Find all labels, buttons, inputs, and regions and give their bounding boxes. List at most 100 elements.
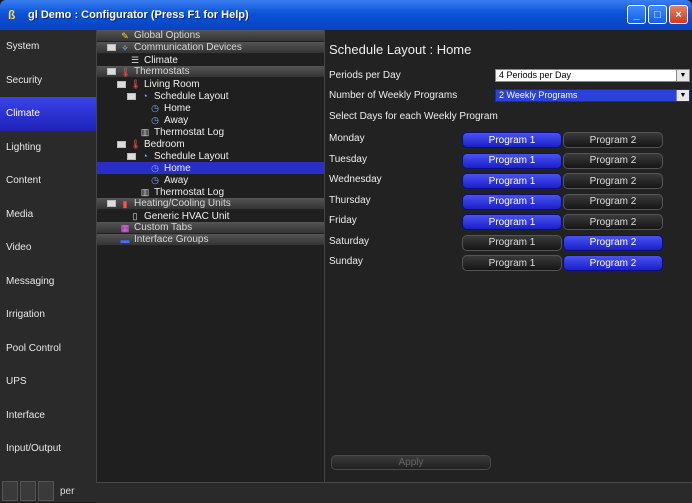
collapse-toggle-icon[interactable]: [117, 80, 126, 88]
program-2-button[interactable]: Program 2: [563, 214, 663, 230]
program-2-button[interactable]: Program 2: [563, 173, 663, 189]
collapse-toggle-icon[interactable]: [127, 92, 136, 100]
nav-item-pool-control[interactable]: Pool Control: [0, 332, 96, 366]
tree-item-label: Custom Tabs: [134, 222, 193, 233]
tree-item[interactable]: 🌡︎ Living Room: [97, 78, 325, 90]
day-label: Friday: [329, 215, 357, 226]
minimize-button[interactable]: _: [627, 5, 646, 24]
tree-item[interactable]: ◷ Away: [97, 114, 325, 126]
programs-select[interactable]: 2 Weekly Programs ▼: [495, 89, 690, 102]
tree-item-label: Thermostats: [134, 66, 190, 77]
programs-label: Number of Weekly Programs: [329, 90, 458, 101]
tree-group[interactable]: 🌡︎ Thermostats: [97, 66, 325, 78]
apply-button[interactable]: Apply: [331, 455, 491, 470]
tree-item[interactable]: ◔ Schedule Layout: [97, 90, 325, 102]
footer-square[interactable]: [38, 481, 54, 501]
tree-item[interactable]: ▯ Generic HVAC Unit: [97, 210, 325, 222]
footer-square[interactable]: [2, 481, 18, 501]
tree-group[interactable]: ✎ Global Options: [97, 30, 325, 42]
nav-item-content[interactable]: Content: [0, 164, 96, 198]
nav-item-media[interactable]: Media: [0, 198, 96, 232]
tree-item[interactable]: ◔ Schedule Layout: [97, 150, 325, 162]
tree-item-label: Interface Groups: [134, 234, 209, 245]
hvac-unit-icon: ▯: [132, 211, 138, 221]
close-button[interactable]: ×: [669, 5, 688, 24]
program-1-button[interactable]: Program 1: [462, 255, 562, 271]
tree-item-label: Schedule Layout: [154, 90, 229, 102]
tree-item-label: Thermostat Log: [154, 186, 225, 198]
program-2-button[interactable]: Program 2: [563, 152, 663, 169]
clock-icon: ◷: [151, 163, 159, 173]
tree-group[interactable]: ▬ Interface Groups: [97, 234, 325, 246]
day-label: Monday: [329, 133, 365, 144]
nav-item-ups[interactable]: UPS: [0, 365, 96, 399]
tree-item-label: Generic HVAC Unit: [144, 210, 230, 222]
program-1-button[interactable]: Program 1: [462, 132, 562, 148]
tree-item[interactable]: ▥ Thermostat Log: [97, 126, 325, 138]
clock-icon: ◷: [151, 175, 159, 185]
day-label: Saturday: [329, 235, 370, 247]
tree-item-label: Away: [164, 174, 189, 186]
collapse-toggle-icon[interactable]: [117, 140, 126, 148]
program-2-button[interactable]: Program 2: [563, 132, 663, 148]
periods-select-value: 4 Periods per Day: [499, 70, 572, 80]
maximize-button[interactable]: □: [648, 5, 667, 24]
nav-footer-text: per: [60, 485, 75, 497]
periods-select[interactable]: 4 Periods per Day ▼: [495, 69, 690, 82]
program-1-button[interactable]: Program 1: [462, 234, 562, 251]
programs-select-value: 2 Weekly Programs: [499, 90, 578, 100]
tree-item[interactable]: ◷ Home: [97, 102, 325, 114]
schedule-icon: ◔: [142, 151, 148, 161]
tree-item-label: Communication Devices: [134, 42, 242, 53]
tree-item-label: Bedroom: [144, 138, 185, 150]
tree-item[interactable]: ◷ Home: [97, 162, 325, 174]
nav-item-irrigation[interactable]: Irrigation: [0, 298, 96, 332]
nav-item-interface[interactable]: Interface: [0, 399, 96, 433]
app-icon: ß: [8, 8, 16, 22]
program-1-button[interactable]: Program 1: [462, 193, 562, 210]
program-2-button[interactable]: Program 2: [563, 193, 663, 210]
hvac-icon: ▮: [122, 198, 128, 209]
day-label: Wednesday: [329, 174, 382, 185]
config-tree: ✎ Global Options ✧ Communication Devices ☰ Cl…: [96, 30, 325, 482]
nav-item-input-output[interactable]: Input/Output: [0, 432, 96, 466]
program-2-button[interactable]: Program 2: [563, 234, 663, 251]
tree-group[interactable]: ▮ Heating/Cooling Units: [97, 198, 325, 210]
periods-label: Periods per Day: [329, 70, 401, 81]
thermometer-icon: 🌡︎: [130, 79, 142, 89]
collapse-toggle-icon[interactable]: [107, 68, 116, 75]
tabs-icon: ▦: [120, 222, 130, 233]
tree-item-label: Climate: [144, 54, 178, 66]
program-1-button[interactable]: Program 1: [462, 173, 562, 189]
tree-item-label: Away: [164, 114, 189, 126]
footer-square[interactable]: [20, 481, 36, 501]
nav-item-messaging[interactable]: Messaging: [0, 265, 96, 299]
tree-item[interactable]: 🌡︎ Bedroom: [97, 138, 325, 150]
tree-item-label: Living Room: [144, 78, 200, 90]
nav-item-security[interactable]: Security: [0, 64, 96, 98]
schedule-panel: Schedule Layout : Home Periods per Day 4…: [324, 30, 692, 482]
collapse-toggle-icon[interactable]: [107, 44, 116, 51]
category-nav: System Security Climate Lighting Content Medi…: [0, 30, 96, 502]
nav-item-climate[interactable]: Climate: [0, 97, 96, 131]
day-label: Tuesday: [329, 153, 367, 165]
nav-item-system[interactable]: System: [0, 30, 96, 64]
tree-item[interactable]: ▥ Thermostat Log: [97, 186, 325, 198]
groups-icon: ▬: [120, 234, 130, 245]
tree-item[interactable]: ☰ Climate: [97, 54, 325, 66]
schedule-icon: ◔: [142, 91, 148, 101]
chevron-down-icon[interactable]: ▼: [676, 90, 689, 101]
options-icon: ✎: [121, 30, 129, 41]
collapse-toggle-icon[interactable]: [127, 152, 136, 160]
nav-item-lighting[interactable]: Lighting: [0, 131, 96, 165]
program-2-button[interactable]: Program 2: [563, 255, 663, 271]
tree-group[interactable]: ▦ Custom Tabs: [97, 222, 325, 234]
nav-item-video[interactable]: Video: [0, 231, 96, 265]
program-1-button[interactable]: Program 1: [462, 214, 562, 230]
tree-item[interactable]: ◷ Away: [97, 174, 325, 186]
tree-group[interactable]: ✧ Communication Devices: [97, 42, 325, 54]
collapse-toggle-icon[interactable]: [107, 200, 116, 207]
program-1-button[interactable]: Program 1: [462, 152, 562, 169]
thermometer-icon: 🌡︎: [130, 139, 142, 149]
chevron-down-icon[interactable]: ▼: [676, 70, 689, 81]
